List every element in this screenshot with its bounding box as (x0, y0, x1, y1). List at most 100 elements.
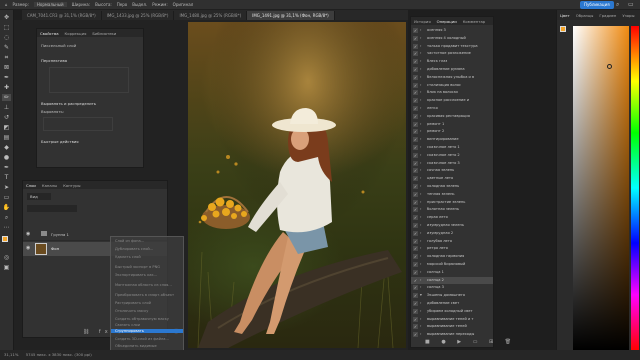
path-select-icon[interactable]: ➤ (2, 184, 11, 191)
action-enabled-checkbox[interactable]: ✓ (413, 121, 418, 127)
action-row[interactable]: ✓ › блеск глаз (411, 58, 493, 65)
section-quick-actions[interactable]: Быстрые действия (37, 139, 79, 144)
chevron-right-icon[interactable]: › (420, 105, 421, 112)
move-tool-icon[interactable]: ✥ (2, 14, 11, 21)
chevron-right-icon[interactable]: › (420, 89, 421, 96)
action-enabled-checkbox[interactable]: ✓ (413, 207, 418, 213)
lasso-tool-icon[interactable]: ◌ (2, 34, 11, 41)
menu-item[interactable]: Слой из фона... (115, 239, 144, 243)
foreground-color-swatch[interactable] (2, 236, 8, 242)
action-row[interactable]: ✓ › ремонт 1 (411, 121, 493, 128)
lock-row[interactable] (27, 217, 165, 224)
chevron-right-icon[interactable]: › (420, 136, 421, 143)
tab-actions[interactable]: Операции (434, 19, 460, 24)
action-row[interactable]: ✓ › сочная зелень (411, 167, 493, 174)
chevron-right-icon[interactable]: › (420, 206, 421, 213)
action-enabled-checkbox[interactable]: ✓ (413, 106, 418, 111)
chevron-right-icon[interactable]: › (420, 300, 421, 307)
visibility-eye-icon[interactable]: ◉ (26, 245, 30, 251)
action-row[interactable]: ✓ › холодная зелень (411, 183, 493, 190)
action-enabled-checkbox[interactable]: ✓ (413, 82, 418, 88)
action-enabled-checkbox[interactable]: ✓ (413, 199, 418, 205)
action-enabled-checkbox[interactable]: ✓ (413, 35, 418, 41)
publish-button[interactable]: Публикация (580, 1, 614, 9)
action-enabled-checkbox[interactable]: ✓ (413, 137, 418, 143)
action-enabled-checkbox[interactable]: ✓ (413, 191, 418, 197)
zoom-level[interactable]: 31,11% (4, 352, 18, 357)
action-enabled-checkbox[interactable]: ✓ (413, 254, 418, 260)
action-row[interactable]: ✓ › солнца 1 (411, 269, 493, 276)
action-row[interactable]: ✓ › выравнивание переходы (411, 331, 493, 338)
menu-item[interactable]: Создать 3D-слой из файла... (115, 337, 169, 341)
brush-tool-icon[interactable]: ✏ (2, 94, 11, 101)
tab-adjustments[interactable]: Коррекция (62, 31, 90, 36)
action-enabled-checkbox[interactable]: ✓ (413, 168, 418, 174)
action-enabled-checkbox[interactable]: ✓ (413, 277, 418, 283)
more-tools-icon[interactable]: ⋯ (2, 224, 11, 231)
tab-libraries[interactable]: Библиотеки (89, 31, 119, 36)
chevron-right-icon[interactable]: › (420, 97, 421, 104)
chevron-right-icon[interactable]: › (420, 316, 421, 323)
action-row[interactable]: ✓ › серая лето (411, 214, 493, 221)
action-enabled-checkbox[interactable]: ✓ (413, 98, 418, 104)
action-row[interactable]: ✓ › морской бирюзовый (411, 261, 493, 268)
action-row[interactable]: ✓ › легко (411, 105, 493, 112)
hue-slider[interactable] (631, 26, 639, 350)
quick-mask-icon[interactable]: ◎ (2, 254, 11, 261)
stamp-tool-icon[interactable]: ⊥ (2, 104, 11, 111)
action-enabled-checkbox[interactable]: ✓ (413, 67, 418, 72)
chevron-right-icon[interactable]: › (420, 199, 421, 206)
quick-select-icon[interactable]: ✎ (2, 44, 11, 51)
color-picker-field[interactable] (573, 26, 629, 350)
action-enabled-checkbox[interactable]: ✓ (413, 293, 418, 299)
menu-item[interactable]: Преобразовать в смарт-объект (115, 293, 174, 297)
action-row[interactable]: ✓ › осенняя 4 холодный (411, 35, 493, 42)
chevron-right-icon[interactable]: › (420, 238, 421, 245)
chevron-right-icon[interactable]: › (420, 82, 421, 89)
action-row[interactable]: ✓ › добавление свет (411, 300, 493, 307)
chevron-right-icon[interactable]: › (420, 121, 421, 128)
action-enabled-checkbox[interactable]: ✓ (413, 308, 418, 314)
tab-doc-4[interactable]: IMG_1491.jpg @ 31,1% (Фон, RGB/8*) (247, 11, 335, 20)
eyedropper-icon[interactable]: ✒ (2, 74, 11, 81)
action-row[interactable]: ✓ › добавление румяна (411, 66, 493, 73)
action-enabled-checkbox[interactable]: ✓ (413, 90, 418, 96)
action-enabled-checkbox[interactable]: ✓ (413, 324, 418, 330)
blend-mode-select[interactable] (27, 205, 77, 212)
chevron-right-icon[interactable]: › (420, 50, 421, 57)
transform-fields[interactable] (49, 67, 129, 93)
chevron-right-icon[interactable]: › (420, 35, 421, 42)
visibility-eye-icon[interactable]: ◉ (26, 231, 30, 237)
action-row[interactable]: ✓ › винтирирование (411, 136, 493, 143)
action-row[interactable]: ✓ › болотная зелень (411, 206, 493, 213)
tab-doc-2[interactable]: IMG_1433.jpg @ 25% (RGB/8*) (102, 11, 175, 20)
tab-paths[interactable]: Контуры (60, 183, 83, 188)
chevron-right-icon[interactable]: › (420, 331, 421, 338)
layer-filter[interactable]: Вид (27, 193, 51, 200)
history-brush-icon[interactable]: ↺ (2, 114, 11, 121)
action-row[interactable]: ✓ › убираем холодный свет (411, 308, 493, 315)
tab-color[interactable]: Цвет (557, 13, 573, 18)
option-mode-value[interactable]: Оригинал (173, 2, 194, 7)
healing-icon[interactable]: ✚ (2, 84, 11, 91)
tab-gradients[interactable]: Градиен (596, 13, 619, 18)
action-row[interactable]: ✓ › сказочное лето 1 (411, 144, 493, 151)
action-row[interactable]: ✓ › солнца 3 (411, 284, 493, 291)
chevron-right-icon[interactable]: › (420, 269, 421, 276)
chevron-right-icon[interactable]: › (420, 230, 421, 237)
action-enabled-checkbox[interactable]: ✓ (413, 43, 418, 49)
action-enabled-checkbox[interactable]: ✓ (413, 129, 418, 135)
eraser-icon[interactable]: ◩ (2, 124, 11, 131)
action-row[interactable]: ✓ › красивая реставрация (411, 113, 493, 120)
screen-mode-icon[interactable]: ▣ (2, 264, 11, 271)
home-icon[interactable]: ⌂ (5, 2, 8, 7)
search-icon[interactable]: ⌕ (616, 1, 619, 9)
chevron-right-icon[interactable]: › (420, 144, 421, 151)
chevron-right-icon[interactable]: › (420, 152, 421, 159)
tab-channels[interactable]: Каналы (39, 183, 60, 188)
hand-tool-icon[interactable]: ✋ (2, 204, 11, 211)
action-enabled-checkbox[interactable]: ✓ (413, 316, 418, 322)
chevron-right-icon[interactable]: › (420, 113, 421, 120)
action-enabled-checkbox[interactable]: ✓ (413, 223, 418, 228)
action-row[interactable]: ✓ › изумрудная зелень (411, 222, 493, 229)
